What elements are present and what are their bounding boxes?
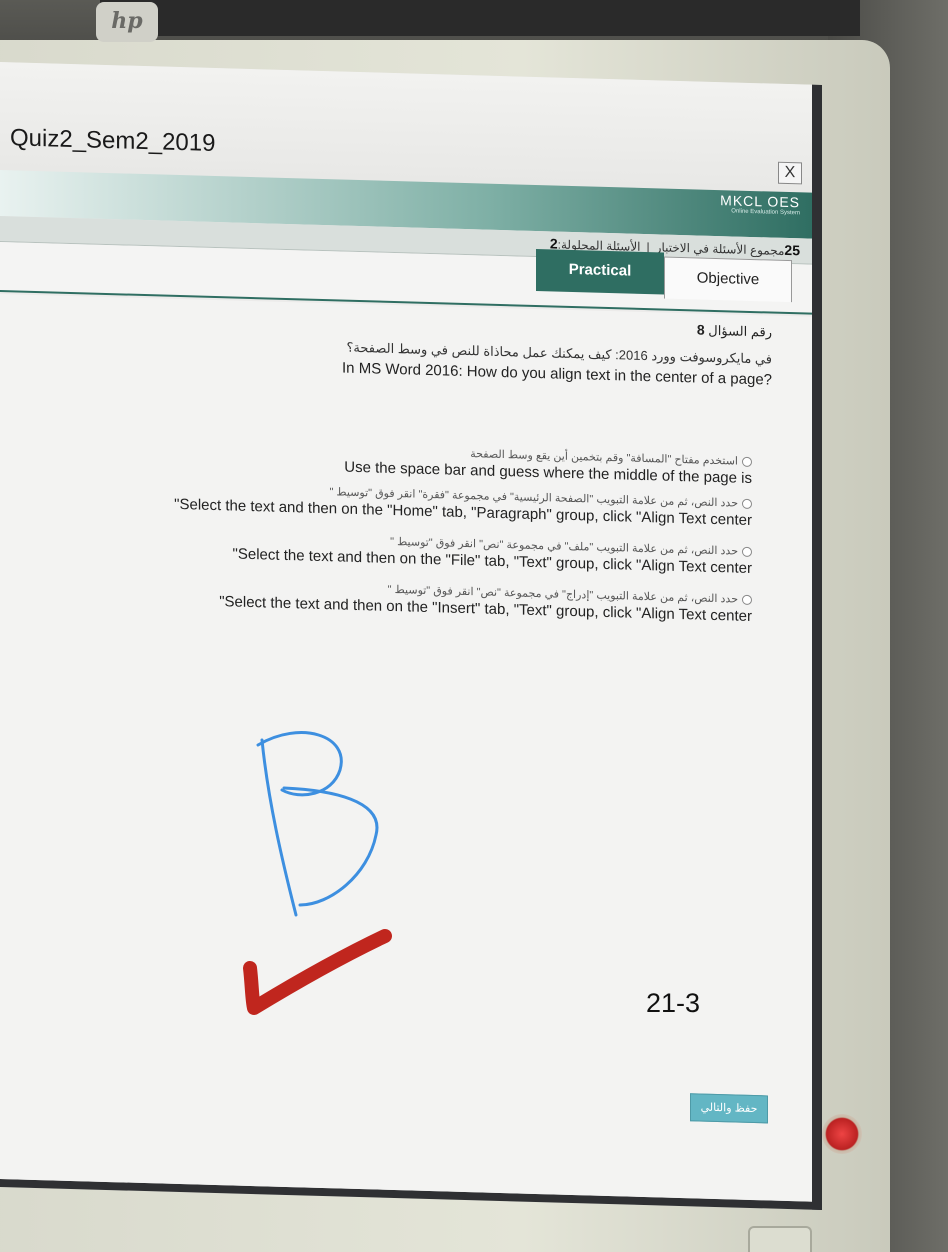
question-number-value: 8 [696,321,705,338]
bezel-button[interactable] [748,1226,812,1252]
radio-button[interactable] [742,546,752,558]
window-title: Quiz2_Sem2_2019 [10,124,216,158]
radio-button[interactable] [742,594,752,606]
close-button[interactable]: X [778,161,802,185]
save-next-button[interactable]: حفظ والتالي [690,1093,768,1124]
power-button-icon[interactable] [822,1114,862,1154]
page-note: 21-3 [646,988,701,1018]
hp-logo: hp [96,2,158,42]
question-panel [0,294,812,1210]
tab-practical[interactable]: Practical [536,248,664,295]
total-questions-value: 25 [784,241,800,259]
tab-objective[interactable]: Objective [664,256,792,303]
radio-button[interactable] [742,498,752,510]
monitor-top-strip [100,0,860,36]
question-number: رقم السؤال 8 [697,321,772,340]
brand-logo: MKCL OES Online Evaluation System [720,192,800,216]
monitor-screen: Quiz2_Sem2_2019 X MKCL OES Online Evalua… [0,62,822,1210]
radio-button[interactable] [742,456,752,468]
question-number-label: رقم السؤال [708,322,772,340]
